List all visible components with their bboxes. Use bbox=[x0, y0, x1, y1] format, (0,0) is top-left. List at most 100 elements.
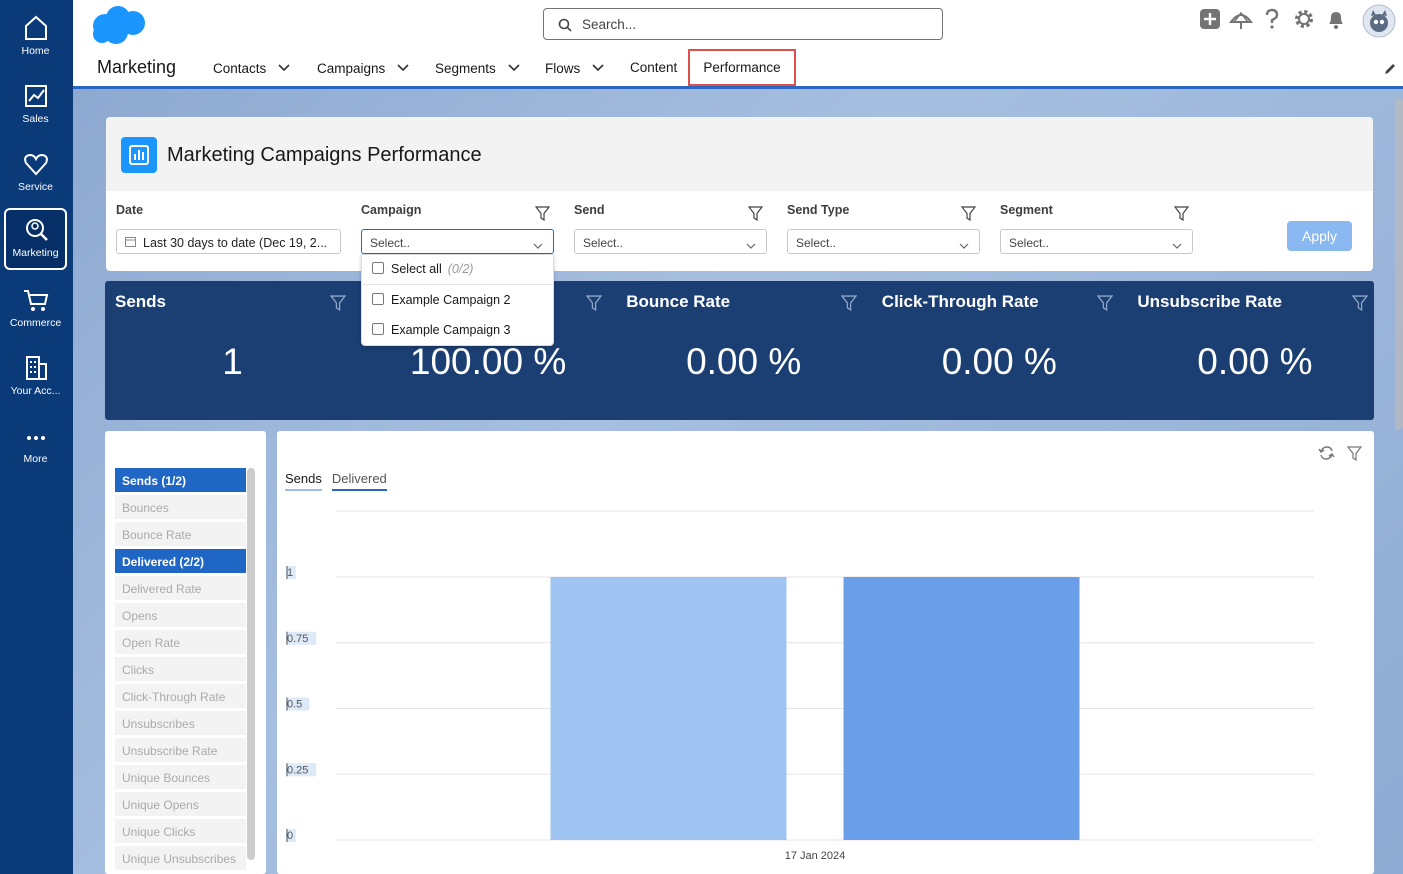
nav-flows[interactable]: Flows bbox=[545, 60, 604, 76]
funnel-icon[interactable] bbox=[585, 295, 602, 314]
kpi-card: Unsubscribe Rate 0.00 % bbox=[1127, 281, 1382, 420]
segment-select[interactable]: Select.. bbox=[1000, 229, 1193, 254]
rail-item-more[interactable]: More bbox=[4, 416, 67, 478]
funnel-icon[interactable] bbox=[840, 295, 858, 314]
chart-series-tabs: Sends Delivered bbox=[285, 471, 397, 491]
send-type-select-value: Select.. bbox=[796, 236, 837, 250]
rail-item-service[interactable]: Service bbox=[4, 144, 67, 206]
x-tick-label: 17 Jan 2024 bbox=[785, 850, 846, 862]
chevron-down-icon[interactable] bbox=[508, 60, 520, 75]
help-icon[interactable] bbox=[1263, 8, 1281, 33]
chevron-down-icon[interactable] bbox=[397, 60, 409, 75]
chevron-down-icon bbox=[746, 238, 756, 252]
date-filter-label: Date bbox=[116, 203, 144, 217]
metric-item[interactable]: Unsubscribe Rate bbox=[115, 738, 246, 762]
send-select-value: Select.. bbox=[583, 236, 624, 250]
funnel-icon[interactable] bbox=[534, 206, 551, 224]
metric-item[interactable]: Delivered Rate bbox=[115, 576, 246, 600]
pencil-icon[interactable] bbox=[1383, 62, 1397, 79]
campaign-option[interactable]: Example Campaign 3 bbox=[362, 316, 553, 344]
tab-delivered[interactable]: Delivered bbox=[331, 471, 387, 491]
chevron-down-icon[interactable] bbox=[278, 60, 290, 75]
campaign-filter-label: Campaign bbox=[361, 203, 422, 217]
nav-content[interactable]: Content bbox=[630, 60, 677, 75]
rail-item-label: Sales bbox=[22, 113, 49, 125]
nav-segments-label: Segments bbox=[435, 61, 496, 76]
nav-segments[interactable]: Segments bbox=[435, 60, 520, 76]
campaign-option-checkbox[interactable] bbox=[372, 323, 384, 335]
metric-item[interactable]: Unique Bounces bbox=[115, 765, 246, 789]
rail-item-label: Commerce bbox=[9, 317, 62, 329]
metric-item[interactable]: Opens bbox=[115, 603, 246, 627]
metric-list-scrollbar[interactable] bbox=[247, 468, 255, 860]
panel-header: Marketing Campaigns Performance bbox=[106, 117, 1373, 191]
chevron-down-icon[interactable] bbox=[592, 60, 604, 75]
bar-chart: 0 0.25 0.5 0.75 1 17 Jan 2024 bbox=[286, 510, 1314, 862]
page-title: Marketing Campaigns Performance bbox=[167, 144, 482, 166]
search-placeholder: Search... bbox=[582, 17, 637, 32]
tab-sends[interactable]: Sends bbox=[285, 471, 322, 491]
metric-item[interactable]: Unique Clicks bbox=[115, 819, 246, 843]
y-tick-label: 0 bbox=[287, 830, 293, 842]
metric-item[interactable]: Sends (1/2) bbox=[115, 468, 246, 492]
select-all-checkbox[interactable] bbox=[372, 262, 384, 274]
bar bbox=[843, 577, 1080, 840]
send-type-select[interactable]: Select.. bbox=[787, 229, 980, 254]
kpi-title: Unsubscribe Rate bbox=[1137, 292, 1282, 311]
rail-item-marketing[interactable]: Marketing bbox=[4, 208, 67, 270]
funnel-icon[interactable] bbox=[1352, 295, 1369, 314]
global-search-input[interactable]: Search... bbox=[543, 8, 943, 40]
nav-campaigns[interactable]: Campaigns bbox=[317, 60, 409, 76]
metric-item[interactable]: Unsubscribes bbox=[115, 711, 246, 735]
nav-performance[interactable]: Performance bbox=[688, 49, 796, 86]
metric-item[interactable]: Delivered (2/2) bbox=[115, 549, 246, 573]
campaign-option-checkbox[interactable] bbox=[372, 293, 384, 305]
nav-contacts[interactable]: Contacts bbox=[213, 60, 290, 76]
divider bbox=[362, 284, 553, 285]
page-scrollbar[interactable] bbox=[1395, 98, 1403, 430]
heart-icon bbox=[23, 153, 48, 176]
rail-item-your-acc[interactable]: Your Acc... bbox=[4, 348, 67, 410]
metric-item[interactable]: Click-Through Rate bbox=[115, 684, 246, 708]
y-tick-label: 0.25 bbox=[287, 764, 308, 776]
add-icon[interactable] bbox=[1199, 8, 1221, 33]
metric-item[interactable]: Bounce Rate bbox=[115, 522, 246, 546]
select-all-option[interactable]: Select all (0/2) bbox=[362, 255, 553, 283]
metric-item[interactable]: Open Rate bbox=[115, 630, 246, 654]
apply-button[interactable]: Apply bbox=[1287, 221, 1352, 251]
y-tick-label: 0.5 bbox=[287, 699, 302, 711]
campaign-option[interactable]: Example Campaign 2 bbox=[362, 286, 553, 314]
campaign-dropdown: Select all (0/2) Example Campaign 2 Examp… bbox=[361, 254, 554, 346]
rail-item-sales[interactable]: Sales bbox=[4, 76, 67, 138]
funnel-icon[interactable] bbox=[747, 206, 764, 224]
campaign-select[interactable]: Select.. bbox=[361, 229, 554, 254]
gear-icon[interactable] bbox=[1293, 8, 1315, 33]
rail-item-label: Your Acc... bbox=[10, 385, 61, 397]
date-filter-value: Last 30 days to date (Dec 19, 2... bbox=[143, 236, 328, 250]
kpi-card: Click-Through Rate 0.00 % bbox=[872, 281, 1127, 420]
metric-item[interactable]: Clicks bbox=[115, 657, 246, 681]
y-tick-label: 1 bbox=[287, 567, 293, 579]
funnel-icon[interactable] bbox=[1096, 295, 1114, 314]
metric-item[interactable]: Unique Opens bbox=[115, 792, 246, 816]
refresh-icon[interactable] bbox=[1318, 445, 1335, 464]
funnel-icon[interactable] bbox=[329, 295, 347, 314]
metric-item[interactable]: Unique Unsubscribes bbox=[115, 846, 246, 870]
segment-filter-label: Segment bbox=[1000, 203, 1053, 217]
kpi-value: 0.00 % bbox=[686, 341, 802, 382]
building-icon bbox=[25, 356, 47, 380]
funnel-icon[interactable] bbox=[960, 206, 977, 224]
kpi-card: Sends 1 bbox=[105, 281, 360, 420]
salesforce-logo[interactable] bbox=[88, 4, 148, 49]
metric-item[interactable]: Bounces bbox=[115, 495, 246, 519]
funnel-icon[interactable] bbox=[1346, 446, 1363, 464]
rail-item-commerce[interactable]: Commerce bbox=[4, 280, 67, 342]
bell-icon[interactable] bbox=[1325, 8, 1347, 33]
funnel-icon[interactable] bbox=[1173, 206, 1190, 224]
trailhead-icon[interactable] bbox=[1229, 8, 1253, 33]
rail-item-home[interactable]: Home bbox=[4, 8, 67, 70]
send-select[interactable]: Select.. bbox=[574, 229, 767, 254]
date-filter[interactable]: Last 30 days to date (Dec 19, 2... bbox=[116, 229, 341, 254]
avatar[interactable] bbox=[1362, 4, 1396, 41]
send-filter-label: Send bbox=[574, 203, 605, 217]
